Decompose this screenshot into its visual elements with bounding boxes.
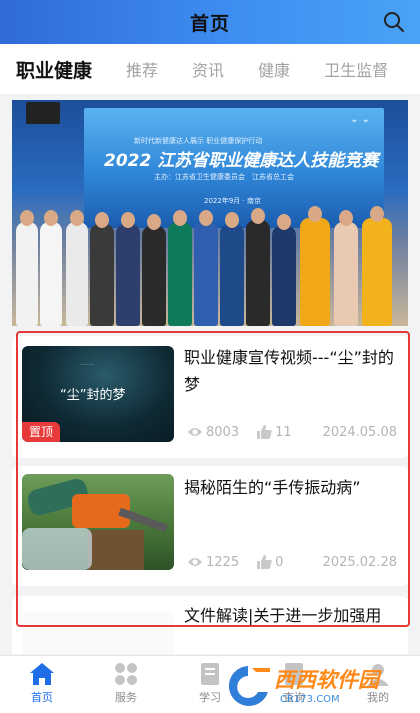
article-card[interactable]: 揭秘陌生的“手传振动病” 1225 0 2025.02.28 [12, 466, 408, 586]
nav-label: 服务 [115, 691, 137, 704]
article-card[interactable]: ········· “尘”封的梦 置顶 职业健康宣传视频---“尘”封的梦 80… [12, 336, 408, 458]
tab-health-supervision[interactable]: 卫生监督 [324, 57, 388, 81]
nav-home[interactable]: 首页 [0, 656, 84, 713]
banner-subtitle: 新时代新健康达人展示 职业健康保护行动 [134, 137, 263, 145]
publish-date: 2025.02.28 [322, 554, 397, 570]
site-watermark: 西西软件园 CR173.COM [218, 660, 414, 708]
page-title: 首页 [189, 12, 230, 35]
nav-label: 首页 [31, 691, 53, 704]
tab-news[interactable]: 资讯 [192, 57, 224, 81]
view-count: 1225 [206, 554, 240, 570]
like-count: 0 [275, 554, 284, 570]
article-meta: 1225 0 2025.02.28 [187, 552, 397, 572]
like-count: 11 [275, 424, 292, 440]
search-icon[interactable] [382, 10, 406, 34]
eye-icon [188, 558, 202, 566]
banner-main-title: 2022 江苏省职业健康达人技能竞赛 [104, 151, 379, 171]
pinned-badge: 置顶 [22, 422, 61, 442]
thumbnail-brand: ········· [80, 362, 95, 368]
view-count: 8003 [206, 424, 240, 440]
article-meta: 8003 11 2024.05.08 [187, 422, 397, 442]
watermark-url: CR173.COM [280, 693, 340, 705]
article-title[interactable]: 文件解读|关于进一步加强用 [184, 602, 398, 629]
watermark-logo-icon [228, 666, 270, 706]
thumbnail-title: “尘”封的梦 [60, 388, 126, 403]
speaker-image [26, 102, 60, 124]
banner-organizer: 主办：江苏省卫生健康委员会 江苏省总工会 [154, 173, 294, 181]
birds-decoration: ⌄ ⌄ [350, 114, 370, 125]
hero-banner[interactable]: ⌄ ⌄ 新时代新健康达人展示 职业健康保护行动 2022 江苏省职业健康达人技能… [12, 100, 408, 326]
tab-recommend[interactable]: 推荐 [126, 57, 158, 81]
article-thumbnail [22, 612, 174, 654]
category-tabs: 职业健康 推荐 资讯 健康 卫生监督 [0, 44, 420, 94]
watermark-text: 西西软件园 [274, 667, 379, 692]
thumbs-up-icon [257, 555, 272, 569]
eye-icon [188, 428, 202, 436]
banner-date: 2022年9月 · 南京 [204, 197, 261, 205]
grid-icon [115, 663, 137, 685]
group-photo [12, 206, 408, 326]
article-thumbnail: ········· “尘”封的梦 置顶 [22, 346, 174, 442]
article-title[interactable]: 职业健康宣传视频---“尘”封的梦 [184, 344, 398, 398]
thumbs-up-icon [257, 425, 272, 439]
home-icon [30, 663, 54, 685]
tab-occupational-health[interactable]: 职业健康 [16, 56, 92, 83]
publish-date: 2024.05.08 [322, 424, 397, 440]
app-header: 首页 [0, 0, 420, 44]
article-card[interactable]: 文件解读|关于进一步加强用 [12, 596, 408, 654]
tab-health[interactable]: 健康 [258, 57, 290, 81]
nav-services[interactable]: 服务 [84, 656, 168, 713]
article-title[interactable]: 揭秘陌生的“手传振动病” [184, 474, 398, 501]
article-thumbnail [22, 474, 174, 570]
